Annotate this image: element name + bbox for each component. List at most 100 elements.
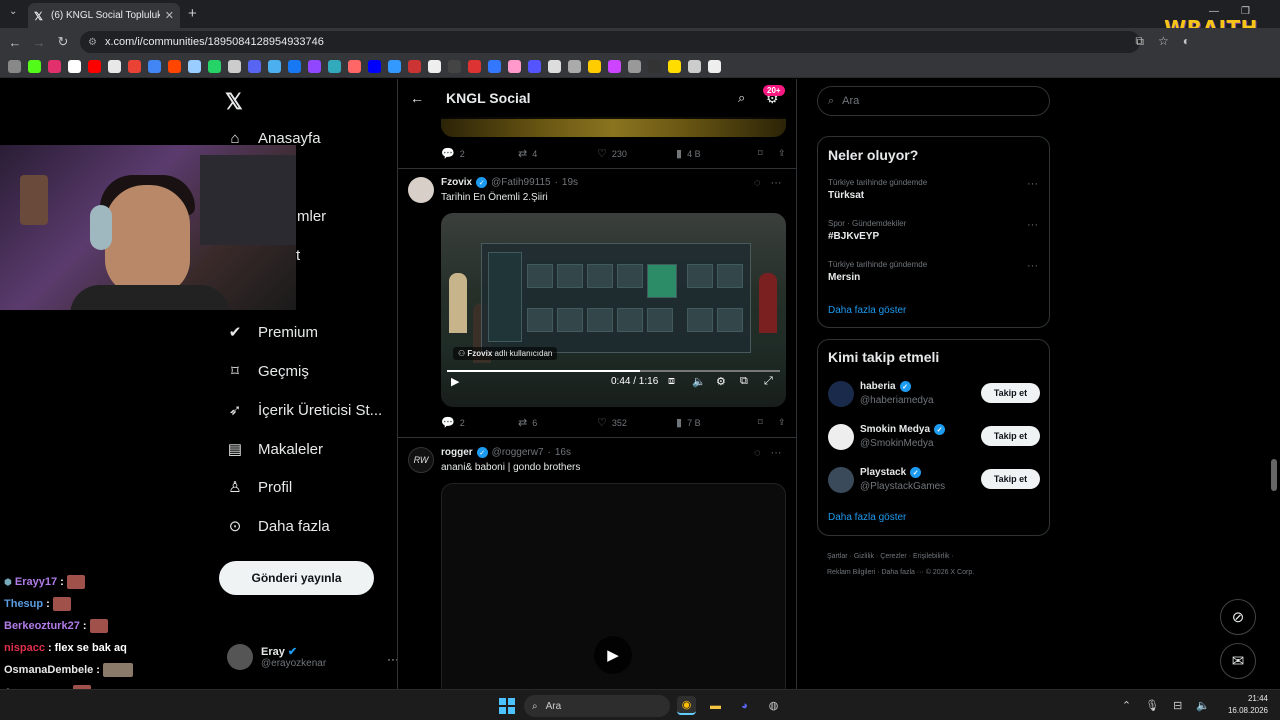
extension-icon[interactable]: ◐: [1183, 34, 1190, 49]
bookmark-icon[interactable]: [608, 60, 621, 73]
windows-start-icon[interactable]: [499, 698, 515, 714]
system-clock[interactable]: 21:44 16.08.2026: [1228, 693, 1268, 717]
bookmark-icon[interactable]: ⌑: [758, 148, 778, 159]
avatar[interactable]: RW: [408, 447, 434, 473]
bookmark-icon[interactable]: [588, 60, 601, 73]
forward-icon[interactable]: →: [27, 35, 51, 50]
follow-button[interactable]: Takip et: [981, 469, 1040, 489]
follow-button[interactable]: Takip et: [981, 426, 1040, 446]
views-button[interactable]: ▮ 7 B: [676, 416, 758, 429]
fullscreen-icon[interactable]: ⤢: [764, 375, 773, 388]
follow-suggestion[interactable]: Smokin Medya ✓ @SmokinMedya Takip et: [828, 422, 1040, 452]
bookmark-icon[interactable]: [568, 60, 581, 73]
microphone-icon[interactable]: 🎙: [1145, 699, 1159, 712]
volume-icon[interactable]: 🔈: [1196, 699, 1210, 712]
share-icon[interactable]: ⇪: [778, 417, 786, 428]
network-icon[interactable]: ⊟: [1173, 699, 1182, 712]
more-dots-icon[interactable]: ···: [771, 177, 782, 189]
new-tab-icon[interactable]: +: [188, 5, 197, 22]
avatar[interactable]: [408, 177, 434, 203]
bookmark-icon[interactable]: [548, 60, 561, 73]
picture-in-picture-icon[interactable]: ⧉: [740, 375, 748, 388]
captions-icon[interactable]: ⧈: [668, 375, 675, 388]
grok-icon[interactable]: ◌: [754, 447, 761, 459]
bookmark-icon[interactable]: [248, 60, 261, 73]
bookmark-icon[interactable]: [448, 60, 461, 73]
bookmark-star-icon[interactable]: ☆: [1158, 34, 1169, 49]
bookmark-icon[interactable]: [128, 60, 141, 73]
nav-partial[interactable]: mler: [297, 208, 326, 225]
more-dots-icon[interactable]: ···: [771, 447, 782, 459]
video-attribution[interactable]: ⚇ Fzovix adlı kullanıcıdan: [453, 347, 558, 360]
bookmark-icon[interactable]: [488, 60, 501, 73]
views-button[interactable]: ▮ 4 B: [676, 147, 758, 160]
nav-creator-studio[interactable]: ➶ İçerik Üreticisi St...: [226, 401, 382, 420]
reload-icon[interactable]: ↻: [51, 34, 75, 50]
apps-grid-icon[interactable]: [8, 60, 21, 73]
follow-suggestion[interactable]: Playstack ✓ @PlaystackGames Takip et: [828, 465, 1040, 495]
tab-close-icon[interactable]: ✕: [165, 9, 174, 22]
bookmark-icon[interactable]: [268, 60, 281, 73]
nav-history[interactable]: ⌑ Geçmiş: [226, 362, 309, 381]
bookmark-icon[interactable]: [288, 60, 301, 73]
nav-articles[interactable]: ▤ Makaleler: [226, 440, 323, 459]
trend-item[interactable]: Türkiye tarihinde gündemde Türksat ···: [828, 178, 1038, 201]
bookmark-icon[interactable]: [468, 60, 481, 73]
footer-line[interactable]: Şartlar · Gizlilik · Çerezler · Erişileb…: [827, 549, 1047, 565]
author-name[interactable]: Fzovix: [441, 177, 472, 188]
author-handle[interactable]: @Fatih99115: [491, 177, 550, 188]
bookmark-icon[interactable]: [308, 60, 321, 73]
show-more-link[interactable]: Daha fazla göster: [828, 512, 906, 523]
show-more-link[interactable]: Daha fazla göster: [828, 305, 906, 316]
bookmark-icon[interactable]: [528, 60, 541, 73]
previous-post-media[interactable]: [441, 117, 786, 137]
browser-tab[interactable]: 𝕏 (6) KNGL Social Topluluk / X ✕: [28, 3, 180, 28]
bookmark-icon[interactable]: [48, 60, 61, 73]
bookmark-icon[interactable]: [28, 60, 41, 73]
reply-button[interactable]: 💬 2: [441, 416, 518, 429]
video-player[interactable]: ▶: [441, 483, 786, 689]
footer-line[interactable]: Reklam Bilgileri · Daha fazla ··· © 2026…: [827, 565, 1047, 581]
like-button[interactable]: ♡ 352: [597, 416, 676, 429]
tab-search-icon[interactable]: ⌄: [9, 6, 17, 17]
bookmark-icon[interactable]: [648, 60, 661, 73]
more-dots-icon[interactable]: ···: [1027, 260, 1038, 272]
x-logo-icon[interactable]: 𝕏: [225, 89, 243, 115]
nav-premium[interactable]: ✔ Premium: [226, 323, 318, 342]
follow-button[interactable]: Takip et: [981, 383, 1040, 403]
nav-profile[interactable]: ♙ Profil: [226, 478, 292, 497]
repost-button[interactable]: ⇄ 4: [518, 147, 597, 160]
like-button[interactable]: ♡ 230: [597, 147, 676, 160]
play-icon[interactable]: ▶: [594, 636, 632, 674]
grok-fab-icon[interactable]: ⊘: [1220, 599, 1256, 635]
file-explorer-icon[interactable]: ▬: [706, 696, 725, 715]
share-icon[interactable]: ⇪: [778, 148, 786, 159]
back-arrow-icon[interactable]: ←: [410, 90, 424, 106]
bookmark-icon[interactable]: [708, 60, 721, 73]
bookmark-icon[interactable]: [148, 60, 161, 73]
url-field[interactable]: ⚙ x.com/i/communities/189508412895493374…: [80, 31, 1140, 53]
steam-icon[interactable]: ◍: [764, 696, 783, 715]
bookmark-icon[interactable]: [328, 60, 341, 73]
bookmark-icon[interactable]: [628, 60, 641, 73]
grok-icon[interactable]: ◌: [754, 177, 761, 189]
post-button[interactable]: Gönderi yayınla: [219, 561, 374, 595]
bookmark-icon[interactable]: [348, 60, 361, 73]
bookmark-icon[interactable]: [68, 60, 81, 73]
bookmark-icon[interactable]: [368, 60, 381, 73]
reply-button[interactable]: 💬 2: [441, 147, 518, 160]
bookmark-icon[interactable]: [428, 60, 441, 73]
tray-chevron-icon[interactable]: ⌃: [1122, 699, 1131, 712]
bookmark-icon[interactable]: [88, 60, 101, 73]
repost-button[interactable]: ⇄ 6: [518, 416, 597, 429]
account-switcher[interactable]: Eray ✔ @erayozkenar ···: [227, 644, 399, 670]
bookmark-icon[interactable]: [168, 60, 181, 73]
bookmark-icon[interactable]: [188, 60, 201, 73]
bookmark-icon[interactable]: [508, 60, 521, 73]
post-time[interactable]: 19s: [562, 177, 578, 188]
volume-icon[interactable]: 🔈: [692, 375, 706, 388]
trend-item[interactable]: Türkiye tarihinde gündemde Mersin ···: [828, 260, 1038, 283]
video-progress-bar[interactable]: [447, 370, 780, 372]
nav-more[interactable]: ⊙ Daha fazla: [226, 517, 330, 536]
more-dots-icon[interactable]: ···: [1027, 219, 1038, 231]
